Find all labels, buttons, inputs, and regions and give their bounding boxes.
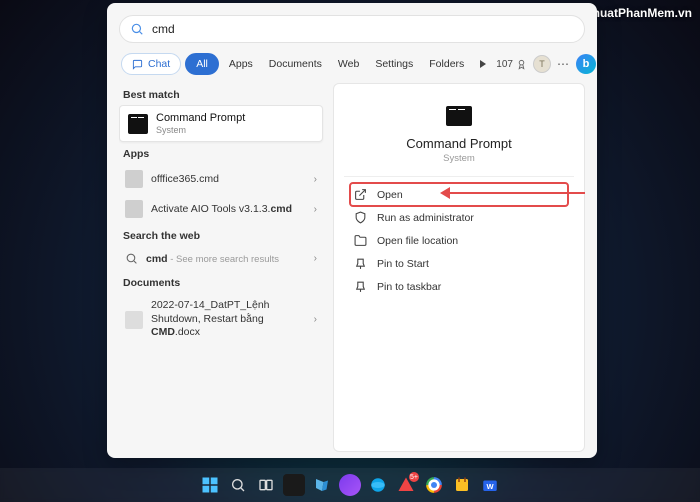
shield-icon xyxy=(354,211,367,224)
tab-more[interactable] xyxy=(474,53,492,75)
open-icon xyxy=(354,188,367,201)
taskbar-search-button[interactable] xyxy=(227,474,249,496)
taskbar-icon[interactable] xyxy=(311,474,333,496)
preview-pane: Command Prompt System Open Run as admini… xyxy=(333,83,585,452)
chevron-right-icon: › xyxy=(314,174,317,185)
play-icon xyxy=(480,60,486,68)
command-prompt-icon xyxy=(446,106,472,126)
preview-subtitle: System xyxy=(350,153,568,164)
search-icon xyxy=(125,252,138,265)
section-search-web: Search the web xyxy=(119,224,323,246)
docx-file-icon xyxy=(125,311,143,329)
tab-settings[interactable]: Settings xyxy=(369,53,419,75)
taskbar-icon[interactable] xyxy=(339,474,361,496)
taskbar-icon[interactable]: 5+ xyxy=(395,474,417,496)
svg-text:W: W xyxy=(486,482,494,491)
tab-web[interactable]: Web xyxy=(332,53,365,75)
taskbar-icon[interactable] xyxy=(423,474,445,496)
action-open[interactable]: Open xyxy=(350,183,568,206)
callout-arrow xyxy=(440,185,585,201)
section-best-match: Best match xyxy=(119,83,323,105)
search-query-text: cmd xyxy=(152,22,175,36)
divider xyxy=(344,176,574,177)
app-result-item[interactable]: Activate AIO Tools v3.1.3.cmd › xyxy=(119,194,323,224)
pin-icon xyxy=(354,280,367,293)
chevron-right-icon: › xyxy=(314,314,317,325)
action-run-admin[interactable]: Run as administrator xyxy=(350,206,568,229)
folder-icon xyxy=(354,234,367,247)
taskbar-start-button[interactable] xyxy=(199,474,221,496)
best-match-subtitle: System xyxy=(156,125,245,135)
chevron-right-icon: › xyxy=(314,253,317,264)
cmd-file-icon xyxy=(125,200,143,218)
action-open-location[interactable]: Open file location xyxy=(350,229,568,252)
tab-documents[interactable]: Documents xyxy=(263,53,328,75)
app-result-item[interactable]: offfice365.cmd › xyxy=(119,164,323,194)
best-match-item[interactable]: Command Prompt System xyxy=(119,105,323,142)
action-pin-taskbar[interactable]: Pin to taskbar xyxy=(350,275,568,298)
rewards-icon xyxy=(516,59,527,70)
preview-title: Command Prompt xyxy=(350,136,568,151)
chat-icon xyxy=(132,59,143,70)
search-icon xyxy=(130,22,144,36)
command-prompt-icon xyxy=(128,114,148,134)
taskbar-icon[interactable] xyxy=(283,474,305,496)
tab-all[interactable]: All xyxy=(185,53,219,75)
start-search-panel: cmd Chat All Apps Documents Web Settings… xyxy=(107,3,597,458)
action-pin-start[interactable]: Pin to Start xyxy=(350,252,568,275)
user-avatar[interactable]: T xyxy=(533,55,551,73)
cmd-file-icon xyxy=(125,170,143,188)
chevron-right-icon: › xyxy=(314,204,317,215)
search-input[interactable]: cmd xyxy=(119,15,585,43)
taskbar: 5+ W xyxy=(0,468,700,502)
tabs-row: Chat All Apps Documents Web Settings Fol… xyxy=(119,53,585,75)
web-search-item[interactable]: cmd - See more search results › xyxy=(119,246,323,271)
document-result-item[interactable]: 2022-07-14_DatPT_Lệnh Shutdown, Restart … xyxy=(119,293,323,346)
best-match-title: Command Prompt xyxy=(156,112,245,125)
tab-chat[interactable]: Chat xyxy=(121,53,181,75)
results-column: Best match Command Prompt System Apps of… xyxy=(119,83,323,452)
taskbar-taskview-button[interactable] xyxy=(255,474,277,496)
tab-folders[interactable]: Folders xyxy=(423,53,470,75)
taskbar-icon[interactable]: W xyxy=(479,474,501,496)
pin-icon xyxy=(354,257,367,270)
taskbar-icon[interactable] xyxy=(451,474,473,496)
section-apps: Apps xyxy=(119,142,323,164)
taskbar-icon[interactable] xyxy=(367,474,389,496)
bing-logo[interactable]: b xyxy=(576,54,596,74)
rewards-badge[interactable]: 107 xyxy=(496,59,527,70)
section-documents: Documents xyxy=(119,271,323,293)
tab-apps[interactable]: Apps xyxy=(223,53,259,75)
overflow-menu[interactable]: ⋯ xyxy=(557,57,570,71)
